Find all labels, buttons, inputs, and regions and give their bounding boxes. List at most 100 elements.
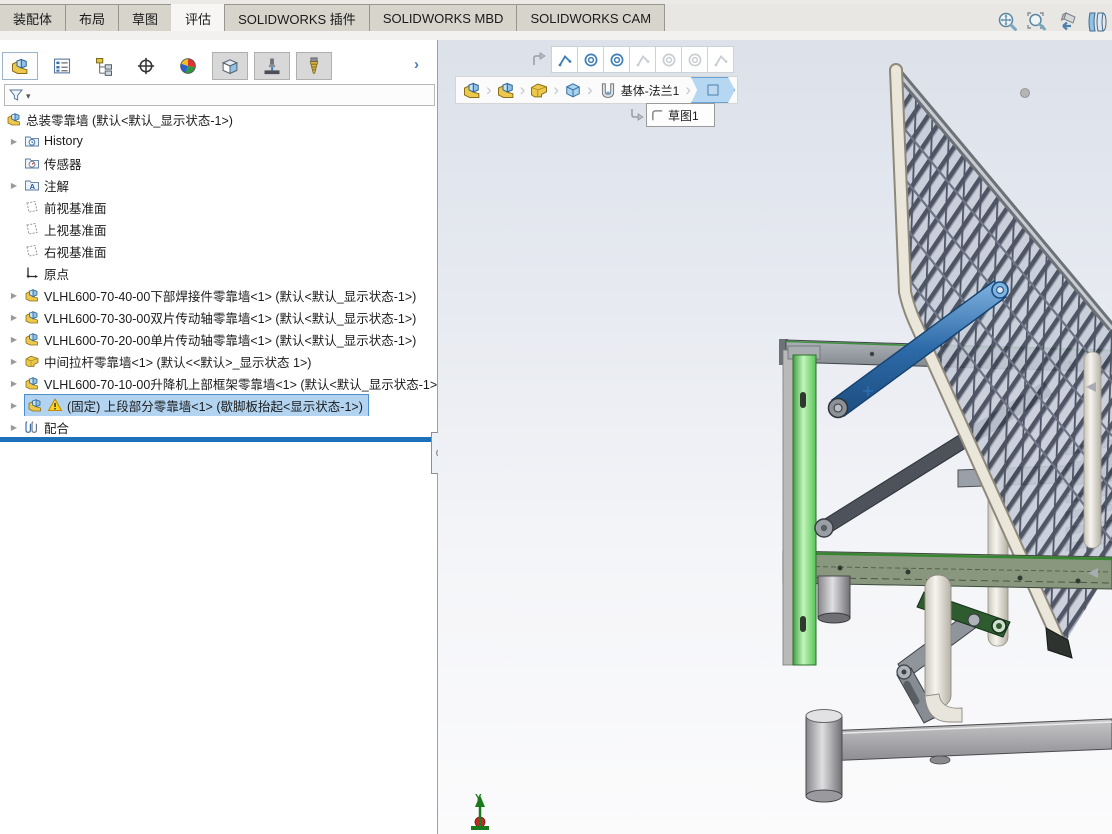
filter-funnel-icon[interactable] [8, 87, 24, 103]
tree-item-component-20[interactable]: VLHL600-70-20-00单片传动轴零靠墙<1> (默认<默认_显示状态-… [0, 328, 437, 350]
assembly-component-icon [24, 331, 40, 347]
foot-cylinder-lower[interactable] [806, 710, 842, 803]
sketch-label: 草图1 [668, 107, 699, 124]
tree-item-sensors[interactable]: 传感器 [0, 152, 437, 174]
commandmanager-tab-bar: 装配体 布局 草图 评估 SOLIDWORKS 插件 SOLIDWORKS MB… [0, 4, 1112, 32]
tree-filter-box[interactable] [4, 84, 435, 106]
tree-item-label: 前视基准面 [44, 198, 107, 217]
leg-tube-right[interactable] [1084, 352, 1101, 548]
expand-arrow-icon[interactable] [8, 313, 20, 322]
tree-item-label: 传感器 [44, 154, 82, 173]
base-bottom-rail[interactable] [824, 719, 1112, 764]
expand-arrow-icon[interactable] [8, 357, 20, 366]
tree-item-component-10[interactable]: VLHL600-70-10-00升降机上部框架零靠墙<1> (默认<默认_显示状… [0, 372, 437, 394]
breadcrumb-feature-flange[interactable]: 基体-法兰1 [593, 78, 686, 102]
tree-item-upper-section-selected[interactable]: (固定) 上段部分零靠墙<1> (歇脚板抬起<显示状态-1>) [0, 394, 437, 416]
breadcrumb-part-icon[interactable] [525, 78, 553, 102]
jump-arrow-icon [530, 50, 548, 68]
link-pivot[interactable] [815, 519, 833, 537]
tree-item-label: VLHL600-70-40-00下部焊接件零靠墙<1> (默认<默认_显示状态-… [44, 286, 416, 305]
heads-up-toolbar [994, 9, 1112, 35]
zoom-to-fit-icon[interactable] [994, 9, 1020, 35]
tree-item-label: VLHL600-70-20-00单片传动轴零靠墙<1> (默认<默认_显示状态-… [44, 330, 416, 349]
rollback-bar[interactable] [0, 437, 432, 442]
history-folder-icon [24, 133, 40, 149]
filter-dropdown-caret-icon[interactable] [26, 86, 31, 104]
concentric-mate-button[interactable] [577, 46, 604, 73]
breadcrumb-subassembly-icon[interactable] [492, 78, 520, 102]
tree-item-label: 配合 [44, 418, 69, 437]
expand-arrow-icon[interactable] [8, 401, 20, 410]
concentric-mate-button[interactable] [603, 46, 630, 73]
tree-item-middle-rod[interactable]: 中间拉杆零靠墙<1> (默认<<默认>_显示状态 1>) [0, 350, 437, 372]
visualization-manager-tab[interactable] [212, 52, 248, 80]
jump-down-arrow-icon [628, 106, 646, 124]
tab-sketch[interactable]: 草图 [118, 4, 172, 31]
cam-feature-tree-tab[interactable] [254, 52, 290, 80]
expand-arrow-icon[interactable] [8, 335, 20, 344]
tree-item-label: 中间拉杆零靠墙<1> (默认<<默认>_显示状态 1>) [44, 352, 311, 371]
cam-operation-tree-tab[interactable] [296, 52, 332, 80]
assembly-component-icon [27, 397, 43, 413]
expand-arrow-icon[interactable] [8, 423, 20, 432]
expand-arrow-icon[interactable] [8, 379, 20, 388]
selection-breadcrumbs: 基体-法兰1 [455, 76, 738, 104]
tree-item-label: History [44, 134, 83, 148]
tree-item-annotations[interactable]: 注解 [0, 174, 437, 196]
expand-arrow-icon[interactable] [8, 181, 20, 190]
graphics-viewport[interactable]: Y [438, 40, 1112, 834]
green-post[interactable] [783, 346, 820, 665]
tree-item-top-plane[interactable]: 上视基准面 [0, 218, 437, 240]
breadcrumb-body-icon[interactable] [559, 78, 587, 102]
annotations-folder-icon [24, 177, 40, 193]
previous-view-icon[interactable] [1054, 9, 1080, 35]
tree-item-right-plane[interactable]: 右视基准面 [0, 240, 437, 262]
assembly-component-icon [24, 309, 40, 325]
tab-evaluate[interactable]: 评估 [171, 4, 225, 31]
tree-item-label: 右视基准面 [44, 242, 107, 261]
assembly-component-icon [24, 287, 40, 303]
tab-solidworks-addins[interactable]: SOLIDWORKS 插件 [224, 4, 370, 31]
sketch-flyout-item[interactable]: 草图1 [646, 103, 715, 127]
feature-tree: 总装零靠墙 (默认<默认_显示状态-1>) History 传感器 注解 前视基 [0, 108, 437, 438]
selected-tree-item[interactable]: (固定) 上段部分零靠墙<1> (歇脚板抬起<显示状态-1>) [24, 394, 369, 416]
expand-arrow-icon[interactable] [8, 291, 20, 300]
tab-layout[interactable]: 布局 [65, 4, 119, 31]
tree-item-root-assembly[interactable]: 总装零靠墙 (默认<默认_显示状态-1>) [0, 108, 437, 130]
tab-solidworks-mbd[interactable]: SOLIDWORKS MBD [369, 4, 518, 31]
displaymanager-tab[interactable] [170, 52, 206, 80]
tree-item-label: 上视基准面 [44, 220, 107, 239]
foot-cylinder-upper[interactable] [818, 576, 850, 623]
featuremanager-tree-tab[interactable] [2, 52, 38, 80]
solidworks-window: A [0, 0, 1112, 834]
tree-item-front-plane[interactable]: 前视基准面 [0, 196, 437, 218]
handle-dot[interactable] [1021, 89, 1030, 98]
orientation-triad: Y [471, 793, 489, 830]
sketch-icon [705, 82, 721, 98]
concentric-mate-button-disabled [681, 46, 708, 73]
dimxpertmanager-tab[interactable] [128, 52, 164, 80]
leg-tube-front[interactable] [925, 575, 962, 722]
section-view-icon[interactable] [1084, 9, 1110, 35]
expand-panel-chevron-icon[interactable]: › [414, 56, 419, 73]
breadcrumb-assembly-icon[interactable] [458, 78, 486, 102]
configurationmanager-tab[interactable] [86, 52, 122, 80]
mates-icon [24, 419, 40, 435]
tab-assembly[interactable]: 装配体 [0, 4, 66, 31]
sensors-folder-icon [24, 155, 40, 171]
featuremanager-panel: › 总装零靠墙 (默认<默认_显示状态-1>) History 传感器 [0, 40, 437, 834]
assembly-model[interactable]: Y [438, 40, 1112, 834]
expand-arrow-icon[interactable] [8, 137, 20, 146]
tab-solidworks-cam[interactable]: SOLIDWORKS CAM [516, 4, 665, 31]
propertymanager-tab[interactable] [44, 52, 80, 80]
plane-icon [24, 221, 40, 237]
angle-mate-button[interactable] [551, 46, 578, 73]
zoom-to-area-icon[interactable] [1024, 9, 1050, 35]
tree-item-component-30[interactable]: VLHL600-70-30-00双片传动轴零靠墙<1> (默认<默认_显示状态-… [0, 306, 437, 328]
tree-item-history[interactable]: History [0, 130, 437, 152]
tree-item-origin[interactable]: 原点 [0, 262, 437, 284]
part-component-icon [24, 353, 40, 369]
tree-item-mates[interactable]: 配合 [0, 416, 437, 438]
breadcrumb-sketch-selected[interactable] [691, 77, 735, 103]
tree-item-component-40[interactable]: VLHL600-70-40-00下部焊接件零靠墙<1> (默认<默认_显示状态-… [0, 284, 437, 306]
